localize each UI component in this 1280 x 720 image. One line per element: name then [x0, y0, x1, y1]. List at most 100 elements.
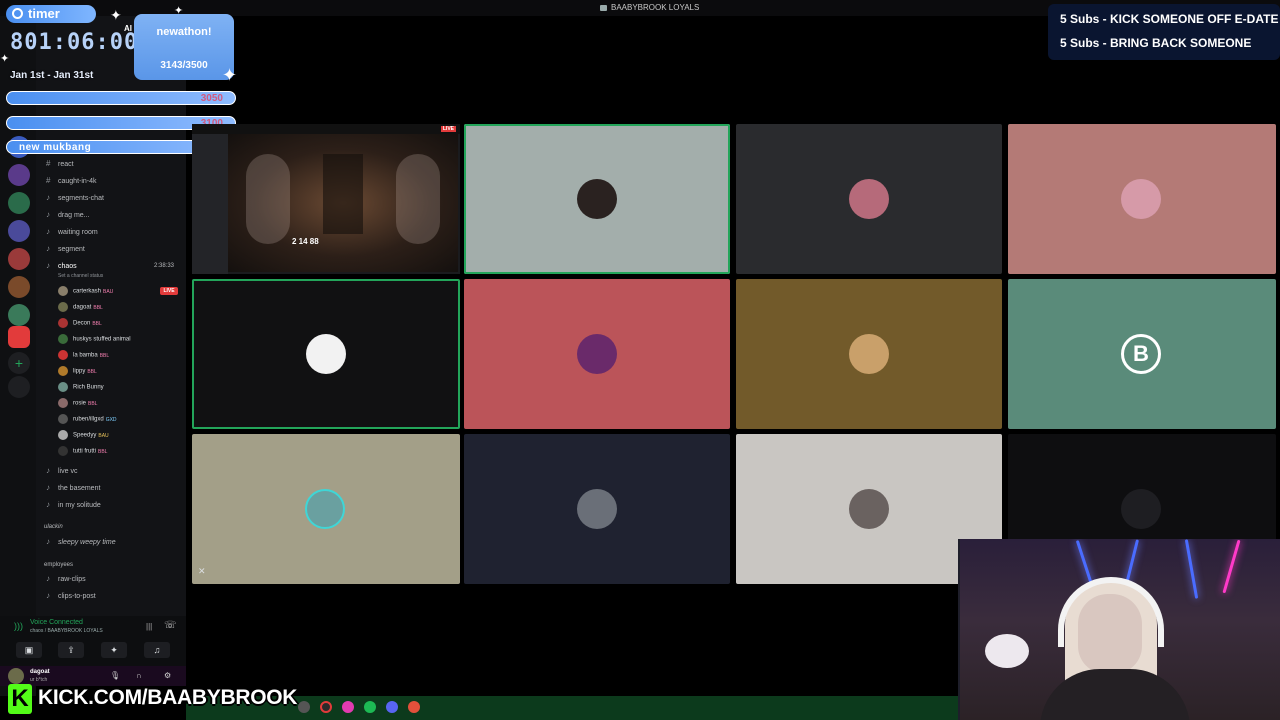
voice-tile[interactable] — [192, 434, 460, 584]
channel-label: caught-in-4k — [58, 178, 97, 185]
noise-icon[interactable]: ||| — [146, 622, 152, 631]
headphones-icon[interactable]: ∩ — [136, 671, 142, 680]
member-tag: BBL — [87, 368, 97, 375]
voice-tile[interactable] — [464, 434, 730, 584]
server-icon[interactable] — [8, 304, 30, 326]
app-icon[interactable] — [408, 701, 420, 713]
channel-label: chaos — [58, 263, 77, 270]
voice-member[interactable]: ruben/illgxd GXD — [58, 414, 117, 424]
voice-member[interactable]: tutti frutti BBL — [58, 446, 107, 456]
voice-member[interactable]: lippy BBL — [58, 366, 97, 376]
speaker-icon: ♪ — [46, 537, 50, 546]
hash-icon: # — [46, 159, 51, 168]
live-badge: LIVE — [160, 287, 178, 295]
voice-tile[interactable] — [464, 279, 730, 429]
category-ulackin[interactable]: ulackin — [44, 524, 63, 530]
speaker-icon: ♪ — [46, 591, 50, 600]
channel-label: in my solitude — [58, 502, 101, 509]
channel-raw-clips[interactable]: ♪ raw-clips — [46, 574, 86, 583]
avatar[interactable] — [8, 668, 24, 684]
goal-bar: 3050 — [6, 91, 236, 105]
voice-status: Voice Connected — [30, 619, 83, 626]
voice-channel-path[interactable]: chaos / BAABYBROOK LOYALS — [30, 628, 103, 634]
server-icon[interactable] — [8, 276, 30, 298]
channel-segments-chat[interactable]: ♪ segments-chat — [46, 193, 104, 202]
channel-list: # react # caught-in-4k ♪ segments-chat ♪ dra… — [36, 16, 213, 616]
mic-icon[interactable]: 🎙 — [110, 671, 120, 680]
channel-sleepy[interactable]: ♪ sleepy weepy time — [46, 537, 116, 546]
voice-tile[interactable] — [1008, 124, 1276, 274]
stream-toolbar: LIVE — [192, 124, 460, 134]
voice-member[interactable]: dagoat BBL — [58, 302, 103, 312]
voice-tile[interactable] — [736, 124, 1002, 274]
channel-segment[interactable]: ♪ segment — [46, 244, 85, 253]
screen-share-tile[interactable]: LIVE 2 14 88 — [192, 124, 460, 274]
voice-member[interactable]: rosie BBL — [58, 398, 97, 408]
user-panel: dagoat ur b*tch 🎙 ∩ ⚙ — [0, 666, 186, 686]
channel-drag-me[interactable]: ♪ drag me... — [46, 210, 90, 219]
camera-icon[interactable]: ▣ — [16, 642, 42, 658]
server-icon[interactable] — [8, 220, 30, 242]
avatar — [849, 179, 889, 219]
avatar — [305, 489, 345, 529]
server-icon[interactable] — [8, 326, 30, 348]
set-status-link[interactable]: Set a channel status — [58, 273, 103, 279]
user-status: ur b*tch — [30, 677, 48, 683]
channel-label: react — [58, 161, 74, 168]
member-name: ruben/illgxd — [73, 416, 104, 423]
channel-in-my-solitude[interactable]: ♪ in my solitude — [46, 500, 101, 509]
screenshare-icon[interactable]: ⇪ — [58, 642, 84, 658]
avatar — [1121, 179, 1161, 219]
goal-label: new mukbang — [19, 142, 92, 153]
gear-icon[interactable]: ⚙ — [164, 671, 171, 680]
voice-member[interactable]: carterkash BAU — [58, 286, 113, 296]
channel-label: raw-clips — [58, 576, 86, 583]
server-icon[interactable] — [8, 248, 30, 270]
server-icon[interactable] — [8, 192, 30, 214]
avatar — [58, 414, 68, 424]
explore-icon[interactable] — [8, 376, 30, 398]
voice-member[interactable]: la bamba BBL — [58, 350, 109, 360]
add-server-icon[interactable]: + — [8, 352, 30, 374]
member-name: la bamba — [73, 352, 98, 359]
channel-clips-to-post[interactable]: ♪ clips-to-post — [46, 591, 96, 600]
server-icon[interactable] — [8, 164, 30, 186]
category-employees[interactable]: employees — [44, 562, 73, 568]
tiktok-icon[interactable] — [342, 701, 354, 713]
taskbar — [186, 696, 958, 720]
voice-tile[interactable] — [464, 124, 730, 274]
channel-react[interactable]: # react — [46, 159, 74, 168]
channel-the-basement[interactable]: ♪ the basement — [46, 483, 100, 492]
speaker-icon: ♪ — [46, 244, 50, 253]
headset — [1058, 577, 1164, 647]
plush-toy — [985, 634, 1029, 668]
spotify-icon[interactable] — [364, 701, 376, 713]
avatar: B — [1121, 334, 1161, 374]
soundboard-icon[interactable]: ♫ — [144, 642, 170, 658]
voice-member[interactable]: Decon BBL — [58, 318, 102, 328]
channel-live-vc[interactable]: ♪ live vc — [46, 466, 77, 475]
goal-value: 3050 — [200, 93, 223, 104]
voice-member[interactable]: Speedyy BAU — [58, 430, 109, 440]
discord-icon[interactable] — [386, 701, 398, 713]
voice-tile[interactable] — [736, 279, 1002, 429]
door — [323, 154, 363, 234]
voice-member[interactable]: Rich Bunny — [58, 382, 104, 392]
goal-title: newathon! — [156, 26, 212, 38]
channel-waiting-room[interactable]: ♪ waiting room — [46, 227, 98, 236]
member-name: Decon — [73, 320, 91, 327]
disconnect-icon[interactable]: ☏ — [164, 620, 177, 631]
stream-canvas: BAABYBROOK LOYALS + # react # caught-in-4k… — [0, 0, 1280, 720]
speaker-icon: ♪ — [46, 500, 50, 509]
voice-tile[interactable] — [192, 279, 460, 429]
channel-label: segment — [58, 246, 85, 253]
app-icon[interactable] — [320, 701, 332, 713]
speaker-icon: ♪ — [46, 210, 50, 219]
channel-caught-in-4k[interactable]: # caught-in-4k — [46, 176, 97, 185]
member-name: huskys stuffed animal — [73, 336, 131, 343]
app-icon[interactable] — [298, 701, 310, 713]
activities-icon[interactable]: ✦ — [101, 642, 127, 658]
channel-chaos[interactable]: ♪ chaos — [46, 261, 77, 270]
voice-member[interactable]: huskys stuffed animal — [58, 334, 131, 344]
voice-tile[interactable]: B — [1008, 279, 1276, 429]
